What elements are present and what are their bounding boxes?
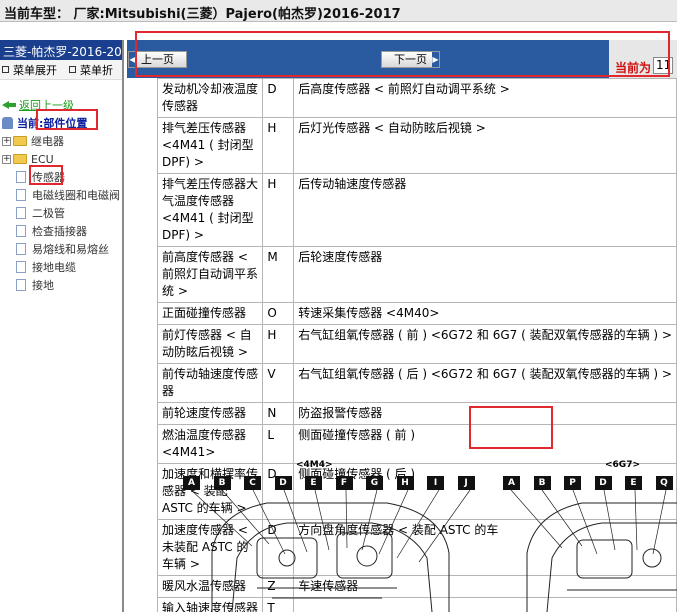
tree-item-label: 二极管 (32, 207, 65, 220)
component-name-cell-right: 后高度传感器 < 前照灯自动调平系统 > (293, 78, 677, 118)
tree-item-label: 接地电缆 (32, 261, 76, 274)
next-page-label: 下一页 (394, 53, 427, 66)
component-name-cell-right: 右气缸组氧传感器 ( 前 ) <6G72 和 6G7 ( 装配双氧传感器的车辆 … (293, 324, 677, 364)
tree-item-label: 检查插接器 (32, 225, 87, 238)
left-engine-part (278, 549, 296, 567)
left-panel: 三菱-帕杰罗-2016-2017 菜单展开 菜单折 返回上一级 当前: 部件位置… (0, 40, 124, 612)
table-row: 前高度传感器 < 前照灯自动调平系统 > M 后轮速度传感器 (156, 246, 677, 303)
document-icon (16, 189, 26, 201)
right-engine-inner (546, 522, 677, 612)
location-code-cell: D (262, 78, 295, 118)
table-row: 发动机冷却液温度传感器 D 后高度传感器 < 前照灯自动调平系统 > (156, 78, 677, 118)
tree-item-solenoid[interactable]: 电磁线圈和电磁阀 (2, 186, 122, 204)
content-area: 发动机冷却液温度传感器 D 后高度传感器 < 前照灯自动调平系统 > 排气差压传感器 … (127, 78, 677, 612)
location-code-cell: O (262, 302, 295, 325)
menu-collapse-icon (69, 66, 76, 73)
menu-expand-label: 菜单展开 (13, 63, 57, 77)
engine-diagram: <4M4> <6G7> ABCDEFGHIJ ABPDEQ (157, 458, 677, 612)
folder-icon (13, 154, 27, 164)
expand-icon[interactable]: + (2, 136, 11, 146)
location-code-cell: H (262, 173, 295, 247)
tree-item-ground-cable[interactable]: 接地电缆 (2, 258, 122, 276)
location-code-cell: M (262, 246, 295, 303)
menu-row: 菜单展开 菜单折 (0, 60, 122, 80)
tree-item-ecu[interactable]: + ECU (2, 150, 122, 168)
tree: 返回上一级 当前: 部件位置 + 继电器 + ECU 传感器 电磁线圈和电磁阀 … (0, 80, 122, 294)
document-icon (16, 279, 26, 291)
document-icon (16, 207, 26, 219)
left-engine-part (356, 545, 378, 567)
back-arrow-icon (2, 100, 16, 110)
next-page-button[interactable]: 下一页 ▶ (381, 51, 440, 68)
tree-item-ground[interactable]: 接地 (2, 276, 122, 294)
page-toolbar: ◀ 上一页 下一页 ▶ 当前为 11 (127, 40, 677, 78)
tree-item-relay[interactable]: + 继电器 (2, 132, 122, 150)
component-name-cell: 前高度传感器 < 前照灯自动调平系统 > (156, 246, 264, 303)
page-number-input[interactable]: 11 (653, 57, 673, 74)
menu-expand-button[interactable]: 菜单展开 (2, 62, 57, 78)
tree-item-diode[interactable]: 二极管 (2, 204, 122, 222)
right-engine-outline (526, 502, 677, 612)
component-name-cell: 前传动轴速度传感器 (156, 363, 264, 403)
current-page-label: 当前为 (614, 61, 651, 75)
menu-collapse-button[interactable]: 菜单折 (69, 62, 113, 78)
component-name-cell-right: 后轮速度传感器 (293, 246, 677, 303)
chevron-right-icon: ▶ (432, 52, 439, 67)
location-code-cell: N (262, 402, 295, 425)
right-engine-block (576, 539, 633, 579)
expand-icon[interactable]: + (2, 154, 11, 164)
tree-item-label: 接地 (32, 279, 54, 292)
current-location: 部件位置 (43, 117, 88, 130)
left-engine-block (256, 537, 318, 579)
component-name-cell: 排气差压传感器大气温度传感器 <4M41 ( 封闭型 DPF) > (156, 173, 264, 247)
tree-item-sensor[interactable]: 传感器 (2, 168, 122, 186)
component-name-cell: 正面碰撞传感器 (156, 302, 264, 325)
component-name-cell-right: 转速采集传感器 <4M40> (293, 302, 677, 325)
window-title: 当前车型： 厂家:Mitsubishi(三菱）Pajero(帕杰罗)2016-2… (0, 0, 677, 22)
tree-item-label: ECU (31, 152, 54, 166)
location-code-cell: H (262, 117, 295, 174)
table-row: 正面碰撞传感器 O 转速采集传感器 <4M40> (156, 302, 677, 325)
component-name-cell: 发动机冷却液温度传感器 (156, 78, 264, 118)
document-icon (16, 261, 26, 273)
component-name-cell-right: 防盗报警传感器 (293, 402, 677, 425)
engine-drawing (190, 489, 677, 612)
left-panel-header: 三菱-帕杰罗-2016-2017 (0, 40, 122, 60)
chevron-left-icon: ◀ (129, 52, 136, 67)
table-row: 排气差压传感器 <4M41 ( 封闭型 DPF) > H 后灯光传感器 < 自动防眩… (156, 117, 677, 174)
tree-item-label: 传感器 (32, 171, 65, 184)
component-name-cell-right: 后传动轴速度传感器 (293, 173, 677, 247)
component-name-cell: 前灯传感器 < 自动防眩后视镜 > (156, 324, 264, 364)
tree-item-fusible-link[interactable]: 易熔线和易熔丝 (2, 240, 122, 258)
component-name-cell-right: 后灯光传感器 < 自动防眩后视镜 > (293, 117, 677, 174)
folder-icon (13, 136, 27, 146)
document-icon (16, 225, 26, 237)
menu-collapse-label: 菜单折 (80, 63, 113, 77)
table-row: 前灯传感器 < 自动防眩后视镜 > H 右气缸组氧传感器 ( 前 ) <6G72 和… (156, 324, 677, 364)
current-location-row: 当前: 部件位置 (2, 114, 122, 132)
component-name-cell-right: 右气缸组氧传感器 ( 后 ) <6G72 和 6G7 ( 装配双氧传感器的车辆 … (293, 363, 677, 403)
location-icon (2, 117, 13, 129)
table-row: 前传动轴速度传感器 V 右气缸组氧传感器 ( 后 ) <6G72 和 6G7 ( 装… (156, 363, 677, 403)
back-link[interactable]: 返回上一级 (19, 97, 74, 113)
back-link-row[interactable]: 返回上一级 (2, 96, 122, 114)
tree-item-check-connector[interactable]: 检查插接器 (2, 222, 122, 240)
right-engine-part (642, 548, 662, 568)
location-code-cell: H (262, 324, 295, 364)
prev-page-label: 上一页 (141, 53, 174, 66)
menu-expand-icon (2, 66, 9, 73)
component-name-cell: 前轮速度传感器 (156, 402, 264, 425)
table-row: 排气差压传感器大气温度传感器 <4M41 ( 封闭型 DPF) > H 后传动轴速度… (156, 173, 677, 247)
document-icon (16, 171, 26, 183)
table-row: 前轮速度传感器 N 防盗报警传感器 (156, 402, 677, 425)
document-icon (16, 243, 26, 255)
current-prefix: 当前: (17, 117, 44, 130)
tree-item-label: 继电器 (31, 135, 64, 148)
left-engine-lines (257, 587, 397, 599)
tree-item-label: 易熔线和易熔丝 (32, 243, 109, 256)
location-code-cell: V (262, 363, 295, 403)
tree-item-label: 电磁线圈和电磁阀 (32, 189, 120, 202)
prev-page-button[interactable]: ◀ 上一页 (128, 51, 187, 68)
component-name-cell: 排气差压传感器 <4M41 ( 封闭型 DPF) > (156, 117, 264, 174)
